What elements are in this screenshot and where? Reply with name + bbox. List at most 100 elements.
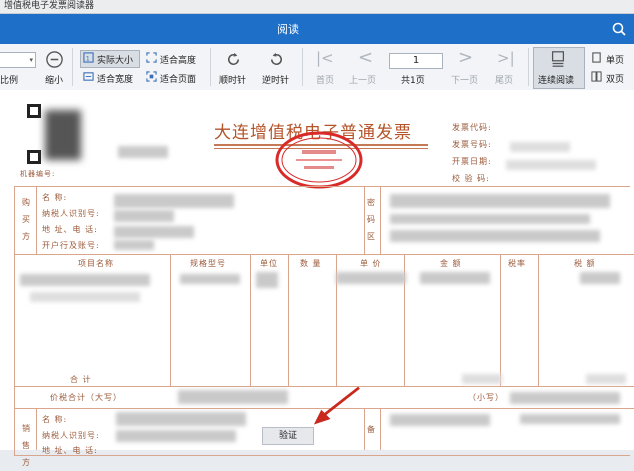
seller-section-label: 销售方 (22, 424, 31, 467)
last-page-button[interactable]: 尾页 (495, 73, 513, 86)
page-number-input[interactable]: 1 (389, 53, 443, 69)
single-page-icon[interactable] (591, 52, 602, 63)
fit-page-icon[interactable] (146, 71, 157, 82)
rotate-cw-icon[interactable] (224, 50, 243, 69)
toolbar-separator (302, 48, 303, 86)
fit-width-icon[interactable] (83, 71, 94, 82)
nav-bar: 阅读 (0, 14, 634, 44)
redacted-cipher (390, 230, 600, 242)
seller-taxid-label: 纳税人识别号: (42, 431, 100, 440)
col-spec: 规格型号 (190, 259, 226, 268)
cipher-area-label: 密码区 (367, 198, 376, 241)
table-divider (250, 254, 251, 386)
search-icon[interactable] (612, 22, 626, 36)
redacted-block (180, 274, 240, 284)
chevron-down-icon: ▾ (29, 56, 33, 64)
fit-page-button[interactable]: 适合页面 (160, 72, 196, 85)
col-item-name: 项目名称 (78, 259, 114, 268)
redacted-block (116, 412, 246, 426)
seller-name-label: 名 称: (42, 415, 68, 424)
redacted-block (580, 272, 620, 284)
rotate-ccw-button[interactable]: 逆时针 (262, 73, 289, 86)
toolbar: ▾ 比例 缩小 1 实际大小 适合宽度 适合高度 适合页面 顺时针 逆时针 |<… (0, 44, 634, 91)
invoice-number-label: 发票号码: (452, 140, 492, 149)
col-price: 单 价 (360, 259, 382, 268)
first-page-button[interactable]: 首页 (316, 73, 334, 86)
toolbar-separator (210, 48, 211, 86)
redacted-cipher (390, 194, 610, 208)
annotation-arrow-icon (313, 386, 360, 425)
redacted-block (510, 142, 570, 152)
window-title: 增值税电子发票阅读器 (4, 1, 95, 11)
redacted-item (30, 292, 140, 302)
col-qty: 数 量 (300, 259, 322, 268)
prev-page-icon[interactable]: < (358, 47, 373, 68)
svg-text:1: 1 (86, 54, 90, 62)
col-amount: 金 额 (440, 259, 462, 268)
redacted-block (178, 390, 288, 404)
table-divider (364, 186, 365, 254)
actual-size-icon[interactable]: 1 (83, 52, 94, 63)
table-divider (380, 186, 381, 254)
rotate-ccw-icon[interactable] (267, 50, 286, 69)
single-page-button[interactable]: 单页 (606, 53, 624, 66)
redacted-block (336, 272, 406, 284)
rotate-cw-button[interactable]: 顺时针 (219, 73, 246, 86)
continuous-read-button[interactable]: 连续阅读 (538, 73, 574, 86)
small-write-label: （小写） (468, 393, 504, 402)
prev-page-button[interactable]: 上一页 (349, 73, 376, 86)
next-page-button[interactable]: 下一页 (451, 73, 478, 86)
official-seal (275, 131, 363, 189)
table-divider (500, 254, 501, 386)
scale-dropdown[interactable]: ▾ (0, 52, 36, 68)
redacted-block (420, 272, 490, 284)
buyer-address-label: 地 址、电 话: (42, 225, 98, 234)
redacted-block (118, 146, 168, 158)
double-page-icon[interactable] (591, 71, 602, 82)
toolbar-separator (72, 48, 73, 86)
redacted-block (462, 374, 502, 384)
fit-height-button[interactable]: 适合高度 (160, 53, 196, 66)
redacted-block (520, 414, 620, 424)
table-divider (288, 254, 289, 386)
next-page-icon[interactable]: > (458, 47, 473, 68)
double-page-button[interactable]: 双页 (606, 72, 624, 85)
redacted-item (20, 274, 150, 286)
check-code-label: 校 验 码: (452, 174, 490, 183)
redacted-cipher (390, 214, 590, 224)
total-tax-inclusive-label: 价税合计（大写） (50, 393, 122, 402)
invoice-code-label: 发票代码: (452, 123, 492, 132)
continuous-read-icon[interactable] (549, 50, 567, 68)
redacted-block (256, 272, 278, 288)
table-divider (36, 186, 37, 254)
tab-read[interactable]: 阅读 (277, 21, 299, 37)
last-page-icon[interactable]: >| (497, 49, 515, 67)
redacted-block (114, 194, 234, 208)
redacted-block (116, 430, 236, 442)
window-titlebar: 增值税电子发票阅读器 (0, 0, 634, 14)
qr-code (27, 104, 87, 164)
zoom-out-button[interactable]: 缩小 (45, 73, 63, 86)
redacted-block (114, 210, 174, 222)
invoice-date-label: 开票日期: (452, 157, 492, 166)
fit-height-icon[interactable] (146, 52, 157, 63)
redacted-block (390, 414, 490, 426)
table-divider (36, 408, 37, 450)
zoom-out-icon[interactable] (45, 50, 64, 69)
redacted-block (506, 160, 596, 170)
verify-button[interactable]: 验证 (262, 427, 314, 445)
actual-size-button[interactable]: 实际大小 (97, 53, 133, 66)
table-divider (538, 254, 539, 386)
col-tax: 税 额 (574, 259, 596, 268)
redacted-block (114, 240, 154, 250)
total-label: 合 计 (70, 375, 92, 384)
col-tax-rate: 税率 (508, 259, 526, 268)
redacted-block (586, 374, 626, 384)
first-page-icon[interactable]: |< (316, 49, 334, 67)
fit-width-button[interactable]: 适合宽度 (97, 72, 133, 85)
seller-address-label: 地 址、电 话: (42, 446, 98, 455)
buyer-taxid-label: 纳税人识别号: (42, 209, 100, 218)
machine-number-label: 机器编号: (20, 170, 56, 178)
table-divider (14, 254, 634, 255)
remarks-label: 备 (367, 425, 376, 434)
